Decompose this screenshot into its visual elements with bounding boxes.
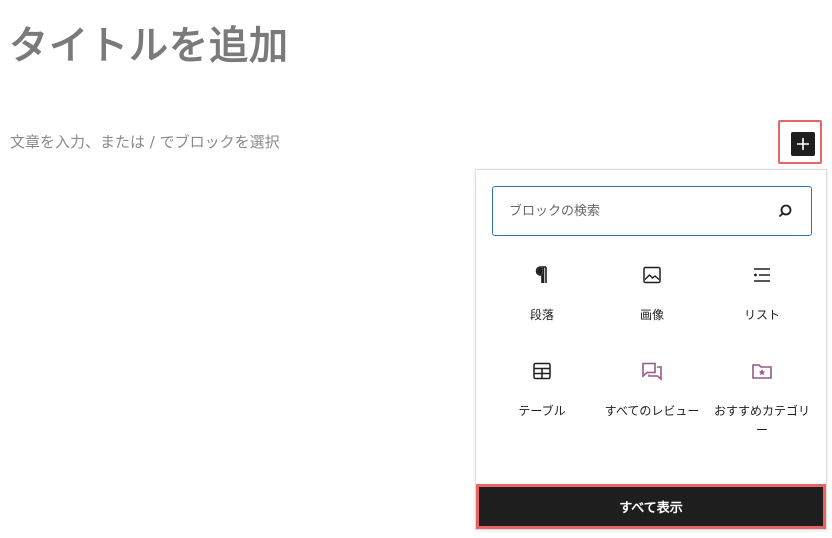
block-inserter-popover: 段落 画像 リスト [475,169,827,530]
add-block-button[interactable] [791,132,815,156]
block-label: テーブル [518,404,566,418]
block-label: すべてのレビュー [604,404,700,418]
image-icon [597,262,707,288]
show-all-button[interactable]: すべて表示 [479,487,823,526]
post-title-placeholder[interactable]: タイトルを追加 [9,22,289,72]
block-all-reviews[interactable]: すべてのレビュー [597,358,707,421]
table-icon [487,358,597,384]
block-search-input[interactable] [493,187,773,235]
list-icon [707,262,817,288]
block-appender-placeholder[interactable]: 文章を入力、または / でブロックを選択 [10,131,280,153]
block-table[interactable]: テーブル [487,358,597,421]
block-label: 画像 [639,308,664,322]
block-paragraph[interactable]: 段落 [487,262,597,325]
search-icon[interactable] [773,199,797,223]
block-label: おすすめカテゴリー [713,404,810,437]
block-search[interactable] [492,186,812,236]
paragraph-icon [487,262,597,288]
editor-page: タイトルを追加 文章を入力、または / でブロックを選択 ブロックの検索 段落 … [0,0,832,538]
featured-category-icon [707,358,817,384]
block-list-item[interactable]: リスト [707,262,817,325]
block-label: 段落 [529,308,554,322]
block-image[interactable]: 画像 [597,262,707,325]
plus-icon [797,138,809,150]
reviews-icon [597,358,707,384]
block-featured-category[interactable]: おすすめカテゴリー [707,358,817,440]
block-label: リスト [743,308,780,322]
